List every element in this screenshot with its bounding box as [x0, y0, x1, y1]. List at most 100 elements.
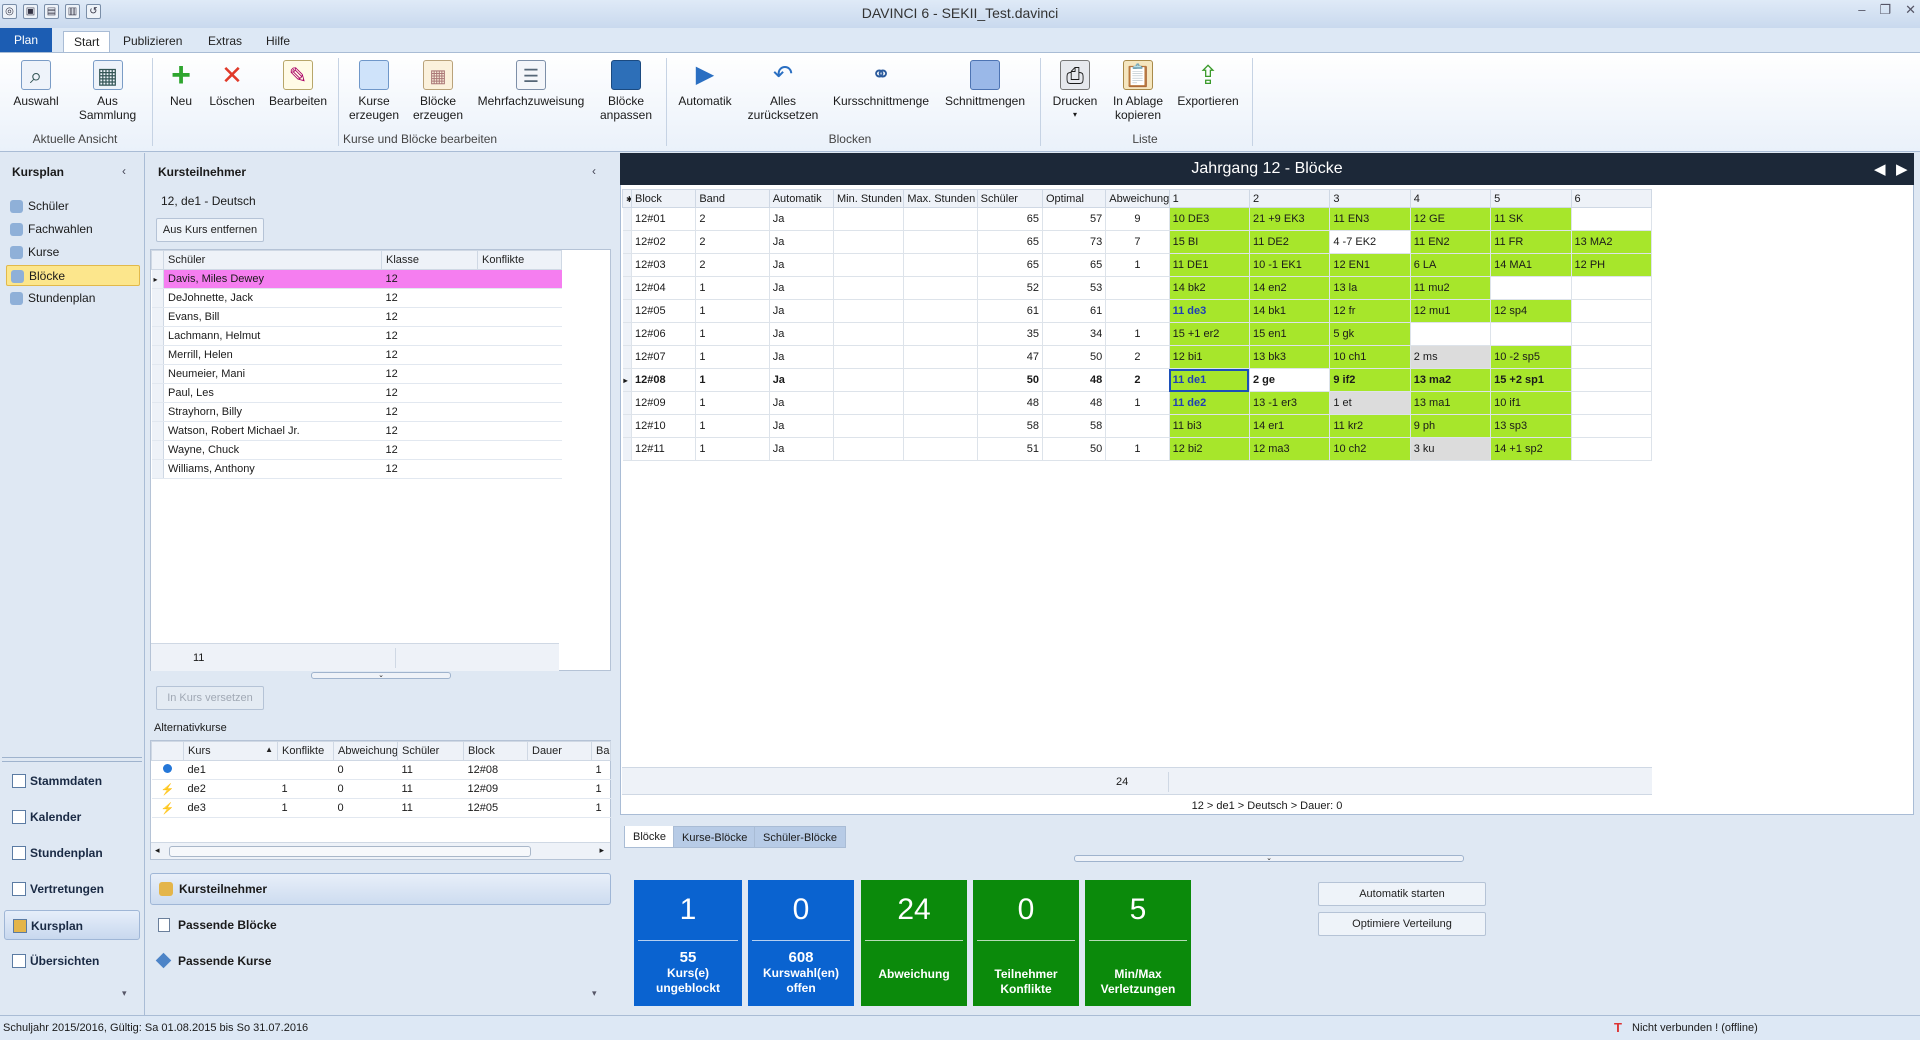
nav-item-bloecke[interactable]: Blöcke	[6, 265, 140, 286]
course-cell[interactable]: 10 ch1	[1329, 345, 1411, 369]
course-cell[interactable]	[1571, 368, 1653, 392]
table-row[interactable]: Neumeier, Mani 12	[151, 364, 562, 384]
student-class[interactable]: 12	[381, 307, 478, 327]
course-cell[interactable]: 10 -2 sp5	[1490, 345, 1572, 369]
tab-start[interactable]: Start	[63, 31, 111, 52]
blk-cell[interactable]	[833, 276, 905, 300]
blk-col-7[interactable]: Abweichung	[1105, 189, 1170, 208]
tab-kurse-bloecke[interactable]: Kurse-Blöcke	[673, 826, 757, 848]
col-klasse[interactable]: Klasse	[381, 250, 478, 270]
student-class[interactable]: 12	[381, 421, 478, 441]
blk-cell[interactable]: 47	[977, 345, 1043, 369]
blk-cell[interactable]: 12#03	[631, 253, 697, 277]
course-cell[interactable]: 13 sp3	[1490, 414, 1572, 438]
student-name[interactable]: Merrill, Helen	[163, 345, 382, 365]
blk-cell[interactable]: Ja	[769, 437, 835, 461]
table-row[interactable]: 12#10 1 Ja 58 58 11 bi3 14 er1 11 kr2 9 ph 13 sp3	[622, 414, 1653, 438]
blk-cell[interactable]: 2	[1105, 345, 1170, 369]
course-cell[interactable]: 12 EN1	[1329, 253, 1411, 277]
course-cell[interactable]: 12 GE	[1410, 207, 1492, 231]
blk-cell[interactable]: Ja	[769, 276, 835, 300]
blk-cell[interactable]: 35	[977, 322, 1043, 346]
nav-splitter[interactable]	[2, 757, 142, 762]
blk-cell[interactable]	[903, 414, 978, 438]
alt-col-block[interactable]: Block	[463, 741, 528, 761]
course-cell[interactable]: 15 BI	[1169, 230, 1250, 254]
course-cell[interactable]: 12 fr	[1329, 299, 1411, 323]
course-cell[interactable]: 2 ge	[1249, 368, 1331, 392]
blk-cell[interactable]: 12#09	[631, 391, 697, 415]
course-cell[interactable]: 10 -1 EK1	[1249, 253, 1331, 277]
blk-cell[interactable]	[833, 253, 905, 277]
blk-cell[interactable]: Ja	[769, 207, 835, 231]
collapse-mid-icon[interactable]: ‹	[592, 164, 596, 178]
course-cell[interactable]: 11 bi3	[1169, 414, 1250, 438]
blk-cell[interactable]: 12#06	[631, 322, 697, 346]
blk-cell[interactable]	[1105, 299, 1170, 323]
section-passende-kurse[interactable]: Passende Kurse	[150, 946, 611, 976]
blk-cell[interactable]	[833, 391, 905, 415]
bloecke-anpassen-button[interactable]: Blöcke anpassen	[596, 60, 656, 122]
alt-konflikte[interactable]: 1	[277, 798, 334, 818]
blk-cell[interactable]: 1	[695, 368, 770, 392]
alt-schueler[interactable]: 11	[397, 798, 464, 818]
table-row[interactable]: 12#05 1 Ja 61 61 11 de3 14 bk1 12 fr 12 mu1 12 sp…	[622, 299, 1653, 323]
course-cell[interactable]	[1490, 276, 1572, 300]
auswahl-button[interactable]: ⌕ Auswahl	[8, 60, 64, 108]
blk-col-9[interactable]: 2	[1248, 189, 1331, 208]
bloecke-erzeugen-button[interactable]: ▦ Blöcke erzeugen	[408, 60, 468, 122]
blk-cell[interactable]: 1	[1105, 253, 1170, 277]
course-cell[interactable]: 10 ch2	[1329, 437, 1411, 461]
blk-cell[interactable]: 65	[977, 253, 1043, 277]
blk-cell[interactable]: 58	[1042, 414, 1107, 438]
in-ablage-kopieren-button[interactable]: 📋 In Ablage kopieren	[1106, 60, 1170, 122]
course-cell[interactable]: 9 ph	[1410, 414, 1492, 438]
kurse-erzeugen-button[interactable]: Kurse erzeugen	[344, 60, 404, 122]
blk-col-3[interactable]: Min. Stunden	[832, 189, 905, 208]
blk-cell[interactable]	[903, 299, 978, 323]
student-name[interactable]: Strayhorn, Billy	[163, 402, 382, 422]
student-name[interactable]: DeJohnette, Jack	[163, 288, 382, 308]
course-cell[interactable]: 14 bk1	[1249, 299, 1331, 323]
blk-cell[interactable]	[833, 322, 905, 346]
course-cell[interactable]: 13 ma2	[1410, 368, 1492, 392]
student-name[interactable]: Watson, Robert Michael Jr.	[163, 421, 382, 441]
blk-cell[interactable]: 50	[1042, 345, 1107, 369]
student-conflicts[interactable]	[477, 288, 562, 308]
nav-item-fachwahlen[interactable]: Fachwahlen	[6, 219, 140, 240]
blk-cell[interactable]: 65	[977, 207, 1043, 231]
blk-cell[interactable]: 50	[1042, 437, 1107, 461]
automatik-button[interactable]: ▶ Automatik	[672, 60, 738, 108]
blk-cell[interactable]: 52	[977, 276, 1043, 300]
student-class[interactable]: 12	[381, 364, 478, 384]
blk-cell[interactable]: 12#10	[631, 414, 697, 438]
alt-dauer[interactable]	[527, 760, 592, 780]
course-cell[interactable]	[1571, 299, 1653, 323]
course-cell[interactable]	[1571, 276, 1653, 300]
alt-ban[interactable]: 1	[591, 798, 611, 818]
course-cell[interactable]	[1571, 322, 1653, 346]
blk-cell[interactable]: Ja	[769, 230, 835, 254]
student-class[interactable]: 12	[381, 440, 478, 460]
nav-stammdaten[interactable]: Stammdaten	[4, 766, 140, 796]
student-conflicts[interactable]	[477, 459, 562, 479]
blk-cell[interactable]: 53	[1042, 276, 1107, 300]
table-row[interactable]: Merrill, Helen 12	[151, 345, 562, 365]
section-passende-bloecke[interactable]: Passende Blöcke	[150, 910, 611, 940]
alt-konflikte[interactable]	[277, 760, 334, 780]
alles-zuruecksetzen-button[interactable]: ↶ Alles zurücksetzen	[742, 60, 824, 122]
course-cell[interactable]: 4 -7 EK2	[1329, 230, 1411, 254]
alt-abweichung[interactable]: 0	[333, 779, 398, 799]
table-row[interactable]: 12#11 1 Ja 51 50 1 12 bi2 12 ma3 10 ch2 3 ku 14 +1…	[622, 437, 1653, 461]
blk-cell[interactable]: Ja	[769, 253, 835, 277]
blk-cell[interactable]: 12#11	[631, 437, 697, 461]
next-icon[interactable]: ▶	[1896, 160, 1908, 178]
table-row[interactable]: ⚡ de3 1 0 11 12#05 1	[151, 798, 611, 818]
course-cell[interactable]: 3 ku	[1410, 437, 1492, 461]
blk-cell[interactable]: 1	[695, 414, 770, 438]
blk-cell[interactable]: 1	[695, 437, 770, 461]
student-class[interactable]: 12	[381, 269, 478, 289]
table-row[interactable]: Evans, Bill 12	[151, 307, 562, 327]
course-cell[interactable]: 12 PH	[1571, 253, 1653, 277]
table-row[interactable]: 12#01 2 Ja 65 57 9 10 DE3 21 +9 EK3 11 EN3 12 GE 1…	[622, 207, 1653, 231]
